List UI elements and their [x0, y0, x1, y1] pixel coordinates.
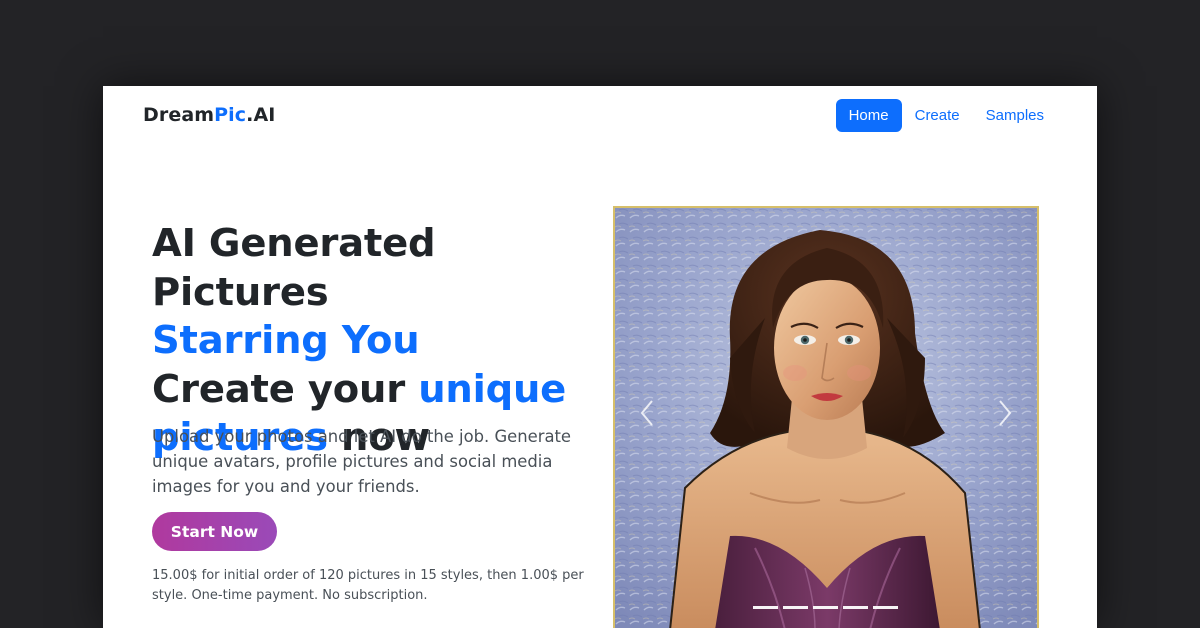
brand-part-ai: .AI	[246, 104, 276, 126]
carousel-indicators	[753, 606, 898, 609]
carousel-indicator-2[interactable]	[783, 606, 808, 609]
carousel-prev-button[interactable]	[627, 388, 667, 438]
carousel-indicator-1[interactable]	[753, 606, 778, 609]
heading-line-2: Starring You	[152, 318, 420, 363]
heading-line-3: Create your	[152, 366, 419, 412]
heading-line-3-accent: unique	[418, 366, 567, 412]
carousel-indicator-3[interactable]	[813, 606, 838, 609]
sample-carousel[interactable]	[613, 206, 1039, 628]
pricing-note: 15.00$ for initial order of 120 pictures…	[152, 568, 584, 603]
carousel-next-button[interactable]	[985, 388, 1025, 438]
page-window: DreamPic.AI Home Create Samples AI Gener…	[103, 86, 1097, 628]
carousel-indicator-4[interactable]	[843, 606, 868, 609]
nav-samples-link[interactable]: Samples	[973, 99, 1057, 132]
navbar: DreamPic.AI Home Create Samples	[103, 86, 1097, 148]
carousel-indicator-5[interactable]	[873, 606, 898, 609]
brand-logo[interactable]: DreamPic.AI	[143, 104, 275, 126]
heading-line-1: AI Generated Pictures	[152, 221, 436, 315]
chevron-left-icon	[640, 400, 653, 426]
nav-home-link[interactable]: Home	[835, 99, 902, 132]
brand-part-dream: Dream	[143, 104, 215, 126]
nav-links: Home Create Samples	[835, 99, 1057, 132]
start-now-button[interactable]: Start Now	[152, 512, 277, 551]
chevron-right-icon	[999, 400, 1012, 426]
portrait-image	[615, 208, 1037, 628]
brand-part-pic: Pic	[214, 104, 247, 126]
nav-create-link[interactable]: Create	[902, 99, 973, 132]
hero-description: Upload your photos and let AI do the job…	[152, 427, 572, 496]
